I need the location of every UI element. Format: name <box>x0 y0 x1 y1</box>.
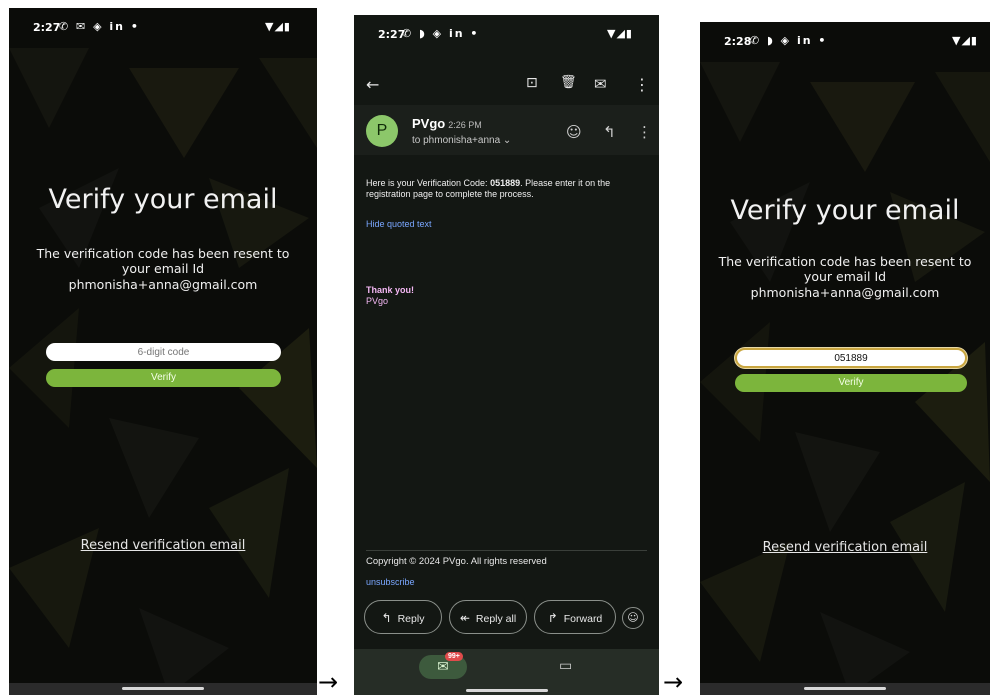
signature-block: Thank you! PVgo <box>366 285 647 307</box>
status-bar: 2:28 ✆ ◗ ◈ in • ▼◢▮ <box>700 22 990 52</box>
forward-icon: ↱ <box>547 611 558 625</box>
reply-all-label: Reply all <box>475 613 517 625</box>
reply-all-icon: ↞ <box>459 611 470 625</box>
gmail-bottom-nav: ✉ 99+ ▭ <box>354 649 659 695</box>
verification-message: The verification code has been resent to… <box>700 254 990 300</box>
verify-button[interactable]: Verify <box>46 369 281 387</box>
verification-code-input[interactable] <box>735 348 967 368</box>
hide-quoted-text-link[interactable]: Hide quoted text <box>366 219 432 229</box>
message-line-1: The verification code has been resent to <box>36 246 290 261</box>
home-gesture-pill[interactable] <box>465 689 548 692</box>
system-icons: ▼◢▮ <box>607 27 633 40</box>
emoji-button[interactable]: ☺ <box>622 607 644 629</box>
verification-message: The verification code has been resent to… <box>9 246 317 292</box>
status-time: 2:28 <box>724 35 752 48</box>
reply-icon: ↰ <box>381 611 392 625</box>
verify-button[interactable]: Verify <box>735 374 967 392</box>
verification-code: 051889 <box>490 178 521 188</box>
reply-label: Reply <box>397 613 425 625</box>
archive-icon[interactable]: ⊡ <box>526 75 538 91</box>
reply-icon[interactable]: ↰ <box>603 123 616 141</box>
status-bar: 2:27 ✆ ◗ ◈ in • ▼◢▮ <box>354 15 659 45</box>
forward-label: Forward <box>563 613 603 625</box>
arrow-1: → <box>318 668 339 696</box>
email-address: phmonisha+anna@gmail.com <box>750 284 940 300</box>
divider <box>366 550 647 551</box>
sent-time: 2:26 PM <box>448 120 482 130</box>
resend-verification-link[interactable]: Resend verification email <box>700 540 990 555</box>
recipient-details[interactable]: to phmonisha+anna ⌄ <box>412 135 511 146</box>
thanks-text: Thank you! <box>366 285 415 295</box>
back-arrow-icon[interactable]: ← <box>366 75 379 94</box>
meet-video-icon[interactable]: ▭ <box>559 658 572 674</box>
mark-unread-icon[interactable]: ✉ <box>594 75 607 93</box>
message-line-1: The verification code has been resent to <box>718 254 972 269</box>
sender-avatar: P <box>366 115 398 147</box>
notification-icons: ✆ ◗ ◈ in • <box>402 27 480 40</box>
more-options-icon[interactable]: ⋮ <box>634 75 650 94</box>
message-line-2: your email Id <box>803 269 887 285</box>
unsubscribe-link[interactable]: unsubscribe <box>366 577 415 587</box>
body-prefix: Here is your Verification Code: <box>366 178 491 188</box>
verify-screen-before: 2:27 ✆ ✉ ◈ in • ▼◢▮ Verify your email Th… <box>9 8 317 695</box>
system-icons: ▼◢▮ <box>952 34 978 47</box>
notification-icons: ✆ ◗ ◈ in • <box>750 34 828 47</box>
system-nav-bar <box>700 683 990 695</box>
email-body-text: Here is your Verification Code: 051889. … <box>366 178 647 200</box>
notification-icons: ✆ ✉ ◈ in • <box>59 20 140 33</box>
system-nav-bar <box>9 683 317 695</box>
reply-all-button[interactable]: ↞ Reply all <box>449 600 527 634</box>
unread-badge: 99+ <box>445 652 463 661</box>
page-title: Verify your email <box>730 195 960 226</box>
signature-text: PVgo <box>366 295 389 306</box>
message-more-icon[interactable]: ⋮ <box>637 123 652 141</box>
gmail-toolbar: ← ⊡ 🗑 ✉ ⋮ <box>354 65 659 105</box>
page-title: Verify your email <box>48 184 278 215</box>
email-header: P PVgo 2:26 PM to phmonisha+anna ⌄ ☺ ↰ ⋮ <box>354 105 659 155</box>
system-icons: ▼◢▮ <box>265 20 291 33</box>
smiley-icon: ☺ <box>627 611 639 624</box>
mail-icon: ✉ <box>437 659 449 675</box>
sender-name: PVgo <box>412 116 446 131</box>
resend-verification-link[interactable]: Resend verification email <box>9 538 317 553</box>
copyright-text: Copyright © 2024 PVgo. All rights reserv… <box>366 556 547 567</box>
forward-button[interactable]: ↱ Forward <box>534 600 616 634</box>
verify-screen-after: 2:28 ✆ ◗ ◈ in • ▼◢▮ Verify your email Th… <box>700 22 990 695</box>
reply-button[interactable]: ↰ Reply <box>364 600 442 634</box>
verification-code-input[interactable] <box>46 343 281 361</box>
status-time: 2:27 <box>33 21 61 34</box>
email-actions: ↰ Reply ↞ Reply all ↱ Forward ☺ <box>364 600 651 636</box>
message-line-2: your email Id <box>121 261 205 277</box>
gmail-email-screen: 2:27 ✆ ◗ ◈ in • ▼◢▮ ← ⊡ 🗑 ✉ ⋮ P PVgo 2:26… <box>354 15 659 695</box>
delete-icon[interactable]: 🗑 <box>560 75 577 90</box>
emoji-react-icon[interactable]: ☺ <box>566 123 582 141</box>
status-bar: 2:27 ✆ ✉ ◈ in • ▼◢▮ <box>9 8 317 38</box>
home-gesture-pill[interactable] <box>804 687 886 690</box>
arrow-2: → <box>663 668 684 696</box>
sender-line: PVgo 2:26 PM <box>412 116 482 131</box>
email-address: phmonisha+anna@gmail.com <box>68 276 258 292</box>
home-gesture-pill[interactable] <box>122 687 204 690</box>
